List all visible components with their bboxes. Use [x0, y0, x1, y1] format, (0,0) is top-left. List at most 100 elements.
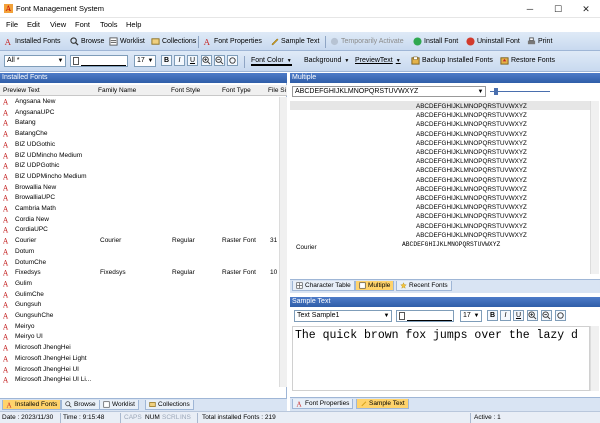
- preview-row[interactable]: ABCDEFGHIJKLMNOPQRSTUVWXYZ: [416, 222, 527, 231]
- col-family-name[interactable]: Family Name: [98, 87, 136, 94]
- sample-text-area[interactable]: The quick brown fox jumps over the lazy …: [292, 326, 590, 391]
- table-row[interactable]: A Fixedsys Fixedsys Regular Raster Font 10: [0, 268, 277, 277]
- collections-button[interactable]: Collections: [151, 37, 196, 46]
- table-row[interactable]: A Angsana New: [0, 97, 276, 106]
- table-row[interactable]: A Cordia New: [0, 215, 276, 224]
- browse-button[interactable]: Browse: [70, 37, 104, 46]
- col-font-type[interactable]: Font Type: [222, 87, 251, 94]
- table-row[interactable]: A GungsuhChe: [0, 311, 276, 320]
- background-button[interactable]: Background ▼: [304, 57, 349, 64]
- print-button[interactable]: Print: [527, 37, 552, 46]
- sample-scrollbar[interactable]: [590, 326, 599, 391]
- preview-row[interactable]: ABCDEFGHIJKLMNOPQRSTUVWXYZ: [416, 130, 527, 139]
- temporarily-activate-button[interactable]: Temporarily Activate: [330, 37, 404, 46]
- font-size-select[interactable]: 17 ▼: [134, 55, 156, 67]
- sample-font-size-select[interactable]: 17 ▼: [460, 310, 482, 322]
- table-row[interactable]: A CordiaUPC: [0, 225, 276, 234]
- menu-file[interactable]: File: [6, 20, 18, 29]
- font-properties-button[interactable]: A Font Properties: [203, 37, 262, 46]
- preview-row[interactable]: ABCDEFGHIJKLMNOPQRSTUVWXYZ: [416, 157, 527, 166]
- tab-character-table[interactable]: Character Table: [292, 281, 355, 291]
- preview-row[interactable]: ABCDEFGHIJKLMNOPQRSTUVWXYZ: [416, 166, 527, 175]
- bold-button[interactable]: B: [161, 55, 172, 66]
- multiple-scrollbar[interactable]: [590, 101, 599, 274]
- sample-zoom-out-button[interactable]: [541, 310, 552, 321]
- preview-row[interactable]: ABCDEFGHIJKLMNOPQRSTUVWXYZ: [416, 212, 527, 221]
- sample-italic-button[interactable]: I: [500, 310, 511, 321]
- col-file-size[interactable]: File Si: [268, 87, 286, 94]
- table-row[interactable]: A AngsanaUPC: [0, 108, 276, 117]
- minimize-button[interactable]: ─: [518, 2, 542, 16]
- zoom-in-button[interactable]: [201, 55, 212, 66]
- font-filter-select[interactable]: All * ▼: [4, 55, 66, 67]
- italic-button[interactable]: I: [174, 55, 185, 66]
- col-preview-text[interactable]: Preview Text: [3, 87, 40, 94]
- tab-browse[interactable]: Browse: [61, 400, 100, 410]
- tab-sample-text[interactable]: Sample Text: [356, 399, 409, 409]
- font-list-scrollbar[interactable]: [279, 97, 287, 387]
- table-row[interactable]: A Microsoft JhengHei UI: [0, 365, 276, 374]
- table-row[interactable]: A BIZ UDMincho Medium: [0, 151, 276, 160]
- table-row[interactable]: A Gungsuh: [0, 300, 276, 309]
- tab-collections[interactable]: Collections: [145, 400, 194, 410]
- font-name-select[interactable]: [70, 55, 128, 67]
- tab-worklist[interactable]: Worklist: [99, 400, 139, 410]
- preview-row[interactable]: ABCDEFGHIJKLMNOPQRSTUVWXYZ: [416, 148, 527, 157]
- tab-recent-fonts[interactable]: Recent Fonts: [396, 281, 452, 291]
- sample-text-select[interactable]: Text Sample1 ▼: [294, 310, 392, 322]
- preview-row[interactable]: ABCDEFGHIJKLMNOPQRSTUVWXYZ: [402, 240, 500, 249]
- table-row[interactable]: A Batang: [0, 118, 276, 127]
- restore-fonts-button[interactable]: Restore Fonts: [500, 56, 555, 65]
- table-row[interactable]: A BIZ UDPMincho Medium: [0, 172, 276, 181]
- preview-size-slider[interactable]: [490, 88, 550, 95]
- uninstall-font-button[interactable]: Uninstall Font: [466, 37, 520, 46]
- preview-row[interactable]: ABCDEFGHIJKLMNOPQRSTUVWXYZ: [416, 194, 527, 203]
- preview-row[interactable]: ABCDEFGHIJKLMNOPQRSTUVWXYZ: [416, 203, 527, 212]
- sample-underline-button[interactable]: U: [513, 310, 524, 321]
- table-row[interactable]: A Microsoft JhengHei Light: [0, 354, 276, 363]
- menu-view[interactable]: View: [50, 20, 66, 29]
- font-color-button[interactable]: Font Color ▼: [251, 57, 292, 66]
- menu-help[interactable]: Help: [126, 20, 141, 29]
- install-font-button[interactable]: Install Font: [413, 37, 458, 46]
- close-button[interactable]: ✕: [574, 2, 598, 16]
- table-row[interactable]: A BatangChe: [0, 129, 276, 138]
- maximize-button[interactable]: ☐: [546, 2, 570, 16]
- sample-zoom-in-button[interactable]: [527, 310, 538, 321]
- menu-font[interactable]: Font: [75, 20, 90, 29]
- table-row[interactable]: A DotumChe: [0, 258, 276, 267]
- preview-row[interactable]: ABCDEFGHIJKLMNOPQRSTUVWXYZ: [416, 139, 527, 148]
- menu-edit[interactable]: Edit: [27, 20, 40, 29]
- slider-handle[interactable]: [494, 88, 498, 95]
- worklist-button[interactable]: Worklist: [109, 37, 145, 46]
- table-row[interactable]: A BrowalliaUPC: [0, 193, 276, 202]
- preview-row[interactable]: ABCDEFGHIJKLMNOPQRSTUVWXYZ: [416, 111, 527, 120]
- table-row[interactable]: A Meiryo: [0, 322, 276, 331]
- preview-row[interactable]: ABCDEFGHIJKLMNOPQRSTUVWXYZ: [416, 120, 527, 129]
- table-row[interactable]: A Browallia New: [0, 183, 276, 192]
- table-row[interactable]: A Gulim: [0, 279, 276, 288]
- sample-bold-button[interactable]: B: [487, 310, 498, 321]
- table-row[interactable]: A Microsoft JhengHei: [0, 343, 276, 352]
- underline-button[interactable]: U: [187, 55, 198, 66]
- zoom-out-button[interactable]: [214, 55, 225, 66]
- tab-multiple[interactable]: Multiple: [355, 281, 395, 291]
- sample-font-select[interactable]: [396, 310, 454, 322]
- menu-tools[interactable]: Tools: [100, 20, 118, 29]
- installed-fonts-button[interactable]: A Installed Fonts: [4, 37, 61, 46]
- preview-row[interactable]: ABCDEFGHIJKLMNOPQRSTUVWXYZ: [416, 185, 527, 194]
- table-row[interactable]: A GulimChe: [0, 290, 276, 299]
- backup-fonts-button[interactable]: Backup Installed Fonts: [411, 56, 493, 65]
- tab-installed-fonts[interactable]: A Installed Fonts: [2, 400, 62, 410]
- sample-text-button[interactable]: Sample Text: [270, 37, 319, 46]
- preview-row[interactable]: ABCDEFGHIJKLMNOPQRSTUVWXYZ: [416, 176, 527, 185]
- sample-refresh-button[interactable]: [555, 310, 566, 321]
- table-row[interactable]: A Courier Courier Regular Raster Font 31: [0, 236, 277, 245]
- table-row[interactable]: A Microsoft JhengHei UI Li...: [0, 375, 276, 384]
- table-row[interactable]: A Dotum: [0, 247, 276, 256]
- col-font-style[interactable]: Font Style: [171, 87, 200, 94]
- table-row[interactable]: A Cambria Math: [0, 204, 276, 213]
- tab-font-properties[interactable]: A Font Properties: [292, 399, 354, 409]
- table-row[interactable]: A Meiryo UI: [0, 332, 276, 341]
- refresh-button[interactable]: [227, 55, 238, 66]
